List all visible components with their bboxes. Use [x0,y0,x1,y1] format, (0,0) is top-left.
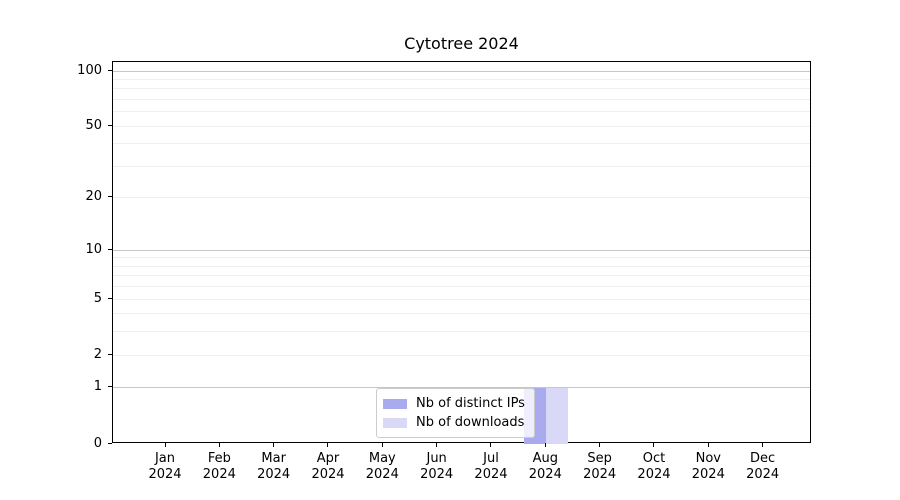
y-axis-tick-label-50: 50 [30,119,102,132]
y-axis-tick-label-5: 5 [30,292,102,305]
gridline-y-3 [113,331,810,332]
x-axis-tick [599,443,600,447]
x-axis-tick [762,443,763,447]
gridline-y-30 [113,166,810,167]
legend-swatch-downloads [383,418,407,428]
legend-swatch-distinct-ips [383,399,407,409]
gridline-y-2 [113,355,810,356]
bar-downloads-aug-2024 [546,388,568,444]
gridline-y-8 [113,266,810,267]
x-axis-tick [436,443,437,447]
gridline-y-70 [113,99,810,100]
y-axis-tick-label-1: 1 [30,380,102,393]
gridline-y-100 [113,71,810,72]
x-axis-tick [490,443,491,447]
y-axis-tick-label-100: 100 [30,64,102,77]
y-axis-tick-label-20: 20 [30,190,102,203]
y-axis-tick [108,386,112,387]
y-axis-tick [108,298,112,299]
chart-title: Cytotree 2024 [112,34,811,53]
y-axis-tick-label-0: 0 [30,437,102,450]
x-axis-tick [273,443,274,447]
y-axis-tick [108,354,112,355]
x-axis-tick [165,443,166,447]
legend-label-downloads: Nb of downloads [416,415,524,430]
x-axis-tick [708,443,709,447]
gridline-y-90 [113,79,810,80]
x-axis-tick-label-dec: Dec2024 [728,451,798,483]
gridline-y-40 [113,143,810,144]
gridline-y-60 [113,111,810,112]
figure: Cytotree 2024 Nb of distinct IPs Nb of d… [0,0,900,500]
legend: Nb of distinct IPs Nb of downloads [376,388,535,438]
gridline-y-6 [113,286,810,287]
x-axis-tick [545,443,546,447]
gridline-y-7 [113,275,810,276]
gridline-y-50 [113,126,810,127]
y-axis-tick [108,70,112,71]
y-axis-tick [108,125,112,126]
gridline-y-4 [113,313,810,314]
gridline-y-10 [113,250,810,251]
plot-area: Nb of distinct IPs Nb of downloads [112,61,811,443]
y-axis-tick [108,196,112,197]
y-axis-tick-label-10: 10 [30,243,102,256]
x-axis-tick [653,443,654,447]
legend-label-distinct-ips: Nb of distinct IPs [416,396,525,411]
y-axis-tick [108,249,112,250]
legend-entry-distinct-ips: Nb of distinct IPs [383,394,525,413]
gridline-y-9 [113,257,810,258]
x-axis-tick [327,443,328,447]
gridline-y-80 [113,88,810,89]
gridline-y-20 [113,197,810,198]
x-axis-tick [219,443,220,447]
y-axis-tick [108,443,112,444]
y-axis-tick-label-2: 2 [30,348,102,361]
gridline-y-5 [113,299,810,300]
legend-entry-downloads: Nb of downloads [383,413,525,432]
x-axis-tick [382,443,383,447]
